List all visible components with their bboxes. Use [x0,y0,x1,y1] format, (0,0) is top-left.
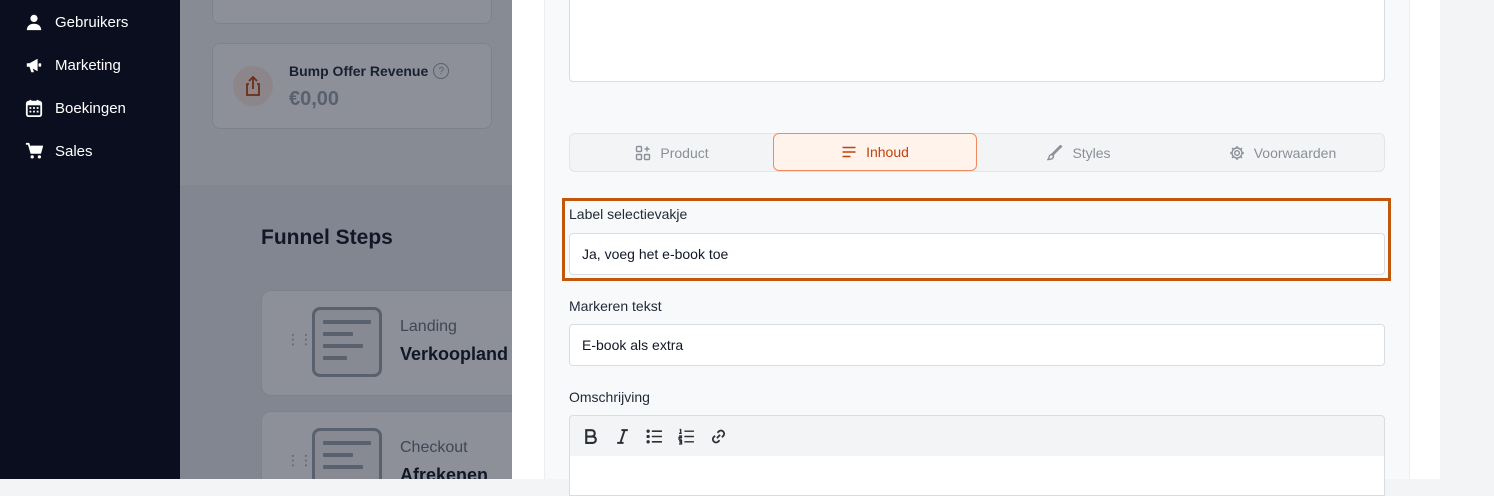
calendar-icon [24,98,44,118]
sidebar-item-marketing[interactable]: Marketing [24,54,121,76]
modal-backdrop[interactable] [180,0,512,479]
tab-label: Inhoud [866,144,909,160]
focus-highlight [562,198,1391,281]
panel-content: Product Inhoud Styles Voorwaarden Label … [544,0,1410,496]
link-icon[interactable] [708,426,728,446]
italic-icon[interactable] [612,426,632,446]
megaphone-icon [24,55,44,75]
text-area[interactable] [569,0,1385,82]
tab-voorwaarden[interactable]: Voorwaarden [1181,134,1384,171]
sidebar-item-label: Gebruikers [55,13,129,31]
description-field-label: Omschrijving [569,389,650,405]
sidebar-item-label: Boekingen [55,99,126,117]
user-icon [24,12,44,32]
grid-plus-icon [636,145,651,160]
sidebar: Gebruikers Marketing Boekingen Sales [0,0,180,479]
sidebar-item-boekingen[interactable]: Boekingen [24,97,126,119]
editor-toolbar [569,415,1385,457]
cart-icon [24,141,44,161]
tab-inhoud[interactable]: Inhoud [773,133,977,171]
sidebar-item-label: Sales [55,142,93,160]
edit-panel: Product Inhoud Styles Voorwaarden Label … [512,0,1440,496]
tab-label: Voorwaarden [1253,144,1337,161]
tab-label: Product [660,144,709,161]
sidebar-item-sales[interactable]: Sales [24,140,93,162]
gear-icon [1229,145,1244,160]
sidebar-item-label: Marketing [55,56,121,74]
highlight-text-field-label: Markeren tekst [569,298,662,314]
tab-bar: Product Inhoud Styles Voorwaarden [569,133,1385,172]
lines-icon [842,146,856,158]
numbered-list-icon[interactable] [676,426,696,446]
tab-label: Styles [1072,144,1111,161]
bold-icon[interactable] [580,426,600,446]
sidebar-item-gebruikers[interactable]: Gebruikers [24,11,128,33]
tab-product[interactable]: Product [570,134,774,171]
tab-styles[interactable]: Styles [977,134,1181,171]
description-editor[interactable] [569,456,1385,496]
highlight-text-input[interactable] [569,324,1385,366]
brush-icon [1047,144,1063,160]
bullet-list-icon[interactable] [644,426,664,446]
